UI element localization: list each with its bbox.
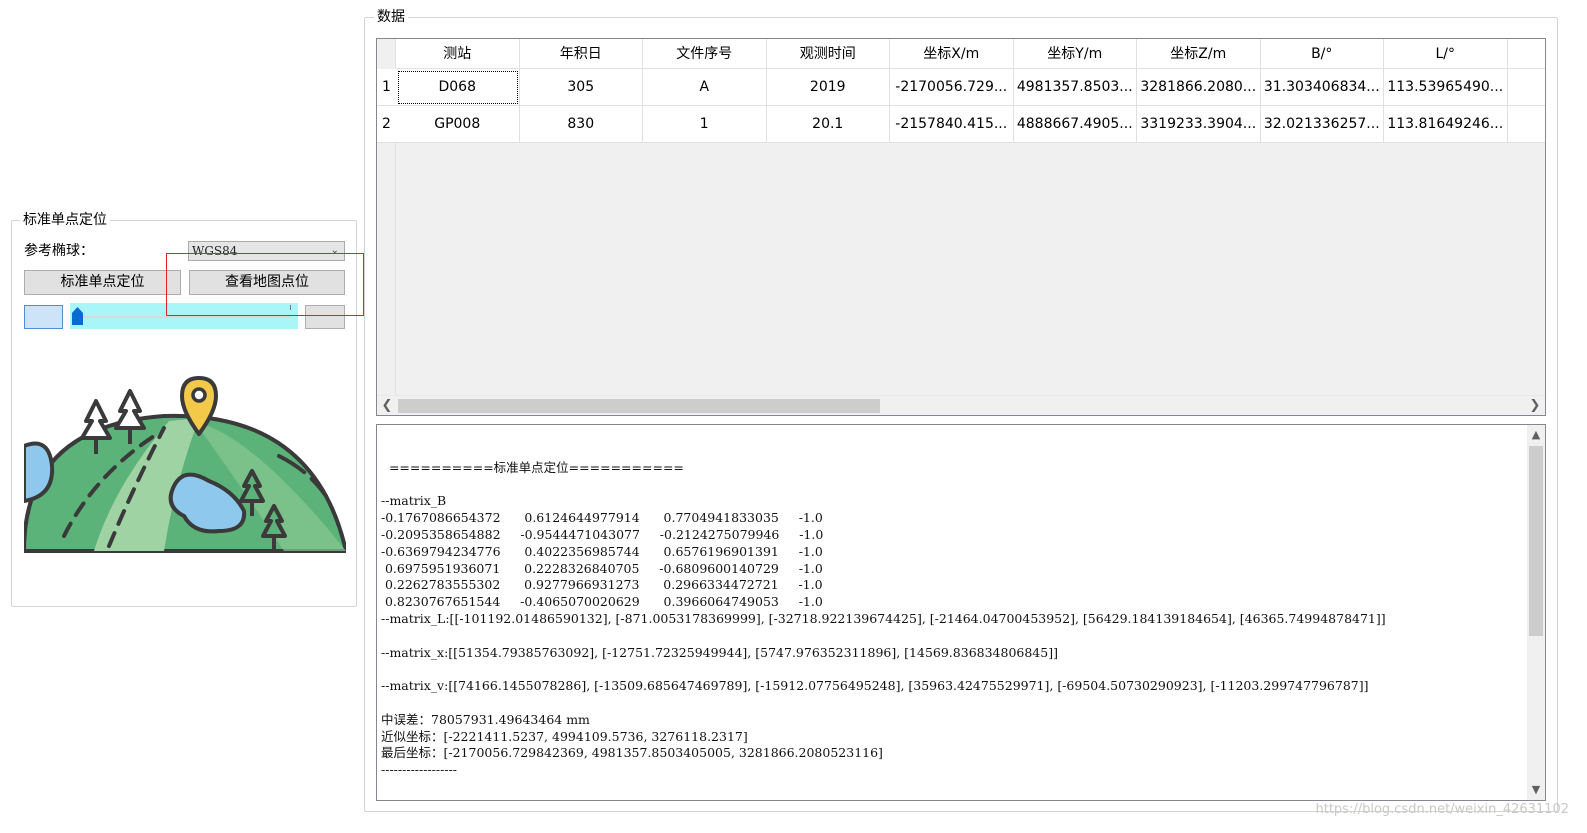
output-line: --matrix_B bbox=[381, 493, 447, 509]
output-line: ------------------ bbox=[381, 762, 458, 778]
data-group-title: 数据 bbox=[374, 8, 408, 26]
vertical-scrollbar[interactable]: ▲ ▼ bbox=[1527, 425, 1545, 800]
table-cell[interactable]: 31.303406834... bbox=[1260, 69, 1384, 106]
data-table[interactable]: 测站 年积日 文件序号 观测时间 坐标X/m 坐标Y/m 坐标Z/m B/° L/° 1 D068… bbox=[376, 38, 1546, 416]
output-line: -0.1767086654372 0.6124644977914 0.77049… bbox=[381, 510, 823, 526]
output-line: -0.2095358654882 -0.9544471043077 -0.212… bbox=[381, 526, 824, 542]
table-cell[interactable]: -2157840.415... bbox=[890, 106, 1014, 143]
table-cell[interactable]: 3281866.2080... bbox=[1137, 69, 1261, 106]
row-number[interactable]: 1 bbox=[377, 69, 396, 106]
table-cell[interactable]: 32.021336257... bbox=[1260, 106, 1384, 143]
output-line: 0.8230767651544 -0.4065070020629 0.39660… bbox=[381, 594, 823, 610]
table-header-row: 测站 年积日 文件序号 观测时间 坐标X/m 坐标Y/m 坐标Z/m B/° L/° bbox=[396, 39, 1545, 69]
output-line: 中误差：78057931.49643464 mm bbox=[381, 711, 590, 727]
column-header[interactable]: 坐标Z/m bbox=[1137, 39, 1261, 69]
table-cell[interactable]: -246 bbox=[1507, 69, 1545, 106]
column-header[interactable]: 年积日 bbox=[519, 39, 643, 69]
table-cell[interactable]: 113.53965490... bbox=[1384, 69, 1508, 106]
output-line: 近似坐标：[-2221411.5237, 4994109.5736, 32761… bbox=[381, 728, 748, 744]
table-cell[interactable]: D068 bbox=[396, 69, 520, 106]
output-line: --matrix_v:[[74166.1455078286], [-13509.… bbox=[381, 678, 1369, 694]
table-cell[interactable]: GP008 bbox=[396, 106, 520, 143]
scrollbar-thumb[interactable] bbox=[398, 399, 880, 413]
output-line: ==========标准单点定位=========== bbox=[381, 459, 684, 475]
table-row[interactable]: 1 D068 305 A 2019 -2170056.729... 4981357.8503… bbox=[377, 69, 1545, 106]
output-text: ==========标准单点定位=========== --matrix_B -0… bbox=[381, 443, 1521, 799]
watermark: https://blog.csdn.net/weixin_42631102 bbox=[1315, 802, 1569, 817]
horizontal-scrollbar[interactable]: ❮ ❯ bbox=[377, 395, 1545, 415]
slider-groove bbox=[76, 316, 290, 318]
output-line: 0.6975951936071 0.2228326840705 -0.68096… bbox=[381, 560, 823, 576]
output-line: 0.2262783555302 0.9277966931273 0.296633… bbox=[381, 577, 823, 593]
table-cell[interactable]: 113.81649246... bbox=[1384, 106, 1508, 143]
spp-button[interactable]: 标准单点定位 bbox=[24, 270, 181, 295]
highlight-rectangle bbox=[166, 253, 364, 316]
output-textbox[interactable]: ==========标准单点定位=========== --matrix_B -0… bbox=[376, 424, 1546, 801]
output-line: --matrix_B bbox=[381, 796, 1521, 799]
column-header[interactable]: 观测时间 bbox=[766, 39, 890, 69]
table-cell[interactable]: 305 bbox=[519, 69, 643, 106]
table-row[interactable]: 2 GP008 830 1 20.1 -2157840.415... 4888667.490… bbox=[377, 106, 1545, 143]
table-cell[interactable]: A bbox=[643, 69, 767, 106]
map-illustration bbox=[24, 376, 346, 553]
table-cell[interactable]: 1 bbox=[643, 106, 767, 143]
output-line: 最后坐标：[-2170056.729842369, 4981357.850340… bbox=[381, 745, 883, 761]
scroll-left-icon[interactable]: ❮ bbox=[379, 397, 395, 415]
scroll-up-icon[interactable]: ▲ bbox=[1527, 426, 1545, 444]
output-line: -0.6369794234776 0.4022356985744 0.65761… bbox=[381, 543, 823, 559]
column-header[interactable]: B/° bbox=[1260, 39, 1384, 69]
output-line: --matrix_L:[[-101192.01486590132], [-871… bbox=[381, 610, 1386, 626]
scroll-down-icon[interactable]: ▼ bbox=[1527, 781, 1545, 799]
data-groupbox: 数据 测站 年积日 文件序号 观测时间 坐标X/m 坐标Y/m 坐标Z/m B/° L/° 1D… bbox=[364, 8, 1558, 812]
spp-group-title: 标准单点定位 bbox=[20, 211, 110, 229]
column-header[interactable]: 坐标Y/m bbox=[1013, 39, 1137, 69]
table-empty-area bbox=[396, 143, 1545, 395]
ellipsoid-label: 参考椭球： bbox=[24, 243, 94, 259]
table-cell[interactable]: -814 bbox=[1507, 106, 1545, 143]
column-header[interactable]: 文件序号 bbox=[643, 39, 767, 69]
table-cell[interactable]: 2019 bbox=[766, 69, 890, 106]
column-header[interactable] bbox=[1507, 39, 1545, 69]
output-line: --matrix_x:[[51354.79385763092], [-12751… bbox=[381, 644, 1058, 660]
column-header[interactable]: 坐标X/m bbox=[890, 39, 1014, 69]
slider-handle[interactable] bbox=[72, 307, 83, 325]
scrollbar-thumb[interactable] bbox=[1529, 446, 1543, 636]
column-header[interactable]: 测站 bbox=[396, 39, 520, 69]
table-cell[interactable]: 20.1 bbox=[766, 106, 890, 143]
table-cell[interactable]: 830 bbox=[519, 106, 643, 143]
row-number[interactable]: 2 bbox=[377, 106, 396, 143]
table-cell[interactable]: 4888667.4905... bbox=[1013, 106, 1137, 143]
table-cell[interactable]: -2170056.729... bbox=[890, 69, 1014, 106]
column-header[interactable]: L/° bbox=[1384, 39, 1508, 69]
color-swatch-button[interactable] bbox=[24, 305, 63, 329]
table-cell[interactable]: 3319233.3904... bbox=[1137, 106, 1261, 143]
scroll-right-icon[interactable]: ❯ bbox=[1527, 397, 1543, 415]
table-cell[interactable]: 4981357.8503... bbox=[1013, 69, 1137, 106]
